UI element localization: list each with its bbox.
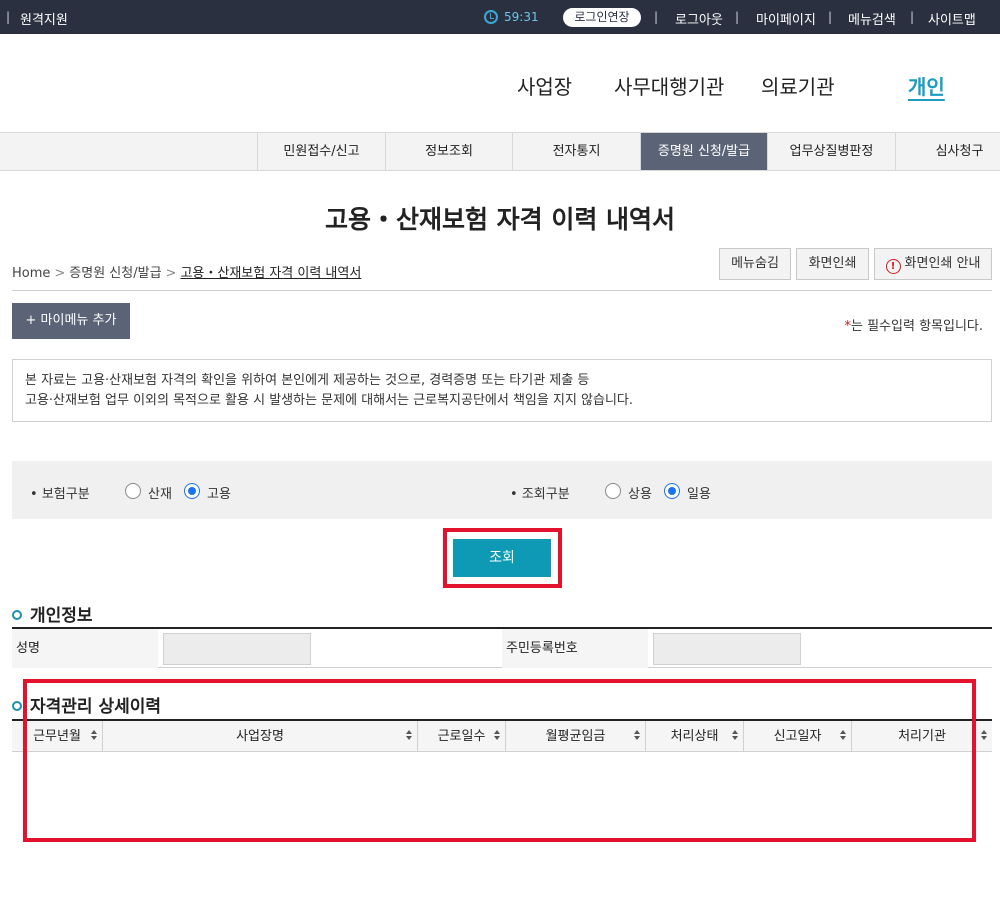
radio-daily[interactable] — [664, 483, 680, 499]
print-guide-label: 화면인쇄 안내 — [904, 256, 981, 271]
breadcrumb-home[interactable]: Home — [12, 266, 50, 281]
radio-employment[interactable] — [184, 483, 200, 499]
rrn-label: 주민등록번호 — [502, 629, 648, 668]
breadcrumb-level1[interactable]: 증명원 신청/발급 — [69, 266, 161, 281]
breadcrumb-current[interactable]: 고용・산재보험 자격 이력 내역서 — [180, 266, 361, 281]
search-panel: • 보험구분 산재 고용 • 조회구분 상용 일용 — [12, 461, 992, 519]
divider: | — [910, 10, 915, 24]
tab-e-notice[interactable]: 전자통지 — [512, 133, 640, 170]
notice-box: 본 자료는 고용·산재보험 자격의 확인을 위하여 본인에게 제공하는 것으로,… — [12, 359, 992, 422]
highlight-box — [443, 528, 562, 588]
sub-navigation: 민원접수/신고 정보조회 전자통지 증명원 신청/발급 업무상질병판정 심사청구 — [0, 132, 1000, 171]
query-type-label: • 조회구분 — [510, 487, 570, 502]
divider: | — [654, 10, 659, 24]
tab-review-request[interactable]: 심사청구 — [895, 133, 1000, 170]
login-extend-button[interactable]: 로그인연장 — [563, 8, 641, 27]
bullet-icon — [12, 610, 22, 620]
logout-link[interactable]: 로그아웃 — [675, 9, 723, 28]
radio-industrial-accident[interactable] — [125, 483, 141, 499]
add-my-menu-button[interactable]: + 마이메뉴 추가 — [12, 303, 130, 339]
divider: | — [6, 10, 11, 24]
name-field — [163, 633, 311, 665]
print-button[interactable]: 화면인쇄 — [796, 248, 869, 280]
section-personal-info: 개인정보 — [12, 601, 93, 626]
rrn-field — [653, 633, 801, 665]
tab-certificate[interactable]: 증명원 신청/발급 — [640, 133, 767, 170]
nav-medical[interactable]: 의료기관 — [761, 71, 835, 100]
notice-line: 본 자료는 고용·산재보험 자격의 확인을 위하여 본인에게 제공하는 것으로,… — [25, 373, 590, 388]
menu-search-link[interactable]: 메뉴검색 — [848, 9, 896, 28]
nav-business[interactable]: 사업장 — [517, 71, 572, 100]
mypage-link[interactable]: 마이페이지 — [756, 9, 816, 28]
divider: | — [828, 10, 833, 24]
required-note-text: 는 필수입력 항목입니다. — [851, 319, 983, 334]
highlight-box — [23, 679, 976, 842]
bullet-icon — [12, 701, 22, 711]
tab-info-inquiry[interactable]: 정보조회 — [385, 133, 512, 170]
chevron-right-icon: > — [54, 266, 66, 281]
sort-icon[interactable] — [981, 730, 988, 742]
chevron-right-icon: > — [165, 266, 177, 281]
radio-regular[interactable] — [605, 483, 621, 499]
hide-menu-button[interactable]: 메뉴숨김 — [719, 248, 791, 280]
notice-line: 고용·산재보험 업무 이외의 목적으로 활용 시 발생하는 문제에 대해서는 근… — [25, 393, 634, 408]
remote-support-link[interactable]: 원격지원 — [20, 9, 68, 28]
breadcrumb: Home > 증명원 신청/발급 > 고용・산재보험 자격 이력 내역서 — [12, 262, 361, 281]
radio-label: 상용 — [628, 487, 652, 502]
divider: | — [735, 10, 740, 24]
name-label: 성명 — [12, 629, 158, 668]
personal-info-table: 성명 주민등록번호 — [12, 627, 992, 668]
required-note: *는 필수입력 항목입니다. — [845, 315, 984, 334]
divider — [12, 290, 992, 291]
radio-label: 산재 — [148, 487, 172, 502]
radio-label: 고용 — [207, 487, 231, 502]
sitemap-link[interactable]: 사이트맵 — [928, 9, 976, 28]
nav-agency[interactable]: 사무대행기관 — [614, 71, 724, 100]
print-guide-button[interactable]: ! 화면인쇄 안내 — [874, 248, 992, 280]
tab-occupational-disease[interactable]: 업무상질병판정 — [767, 133, 895, 170]
radio-label: 일용 — [687, 487, 711, 502]
session-timer: 59:31 — [504, 10, 539, 24]
insurance-type-label: • 보험구분 — [30, 487, 90, 502]
top-utility-bar: | 원격지원 59:31 로그인연장 | 로그아웃 | 마이페이지 | 메뉴검색… — [0, 0, 1000, 34]
clock-icon — [484, 10, 498, 24]
page-title: 고용・산재보험 자격 이력 내역서 — [324, 205, 676, 234]
nav-individual[interactable]: 개인 — [908, 71, 945, 100]
tab-civil-complaint[interactable]: 민원접수/신고 — [257, 133, 385, 170]
alert-icon: ! — [885, 259, 901, 274]
